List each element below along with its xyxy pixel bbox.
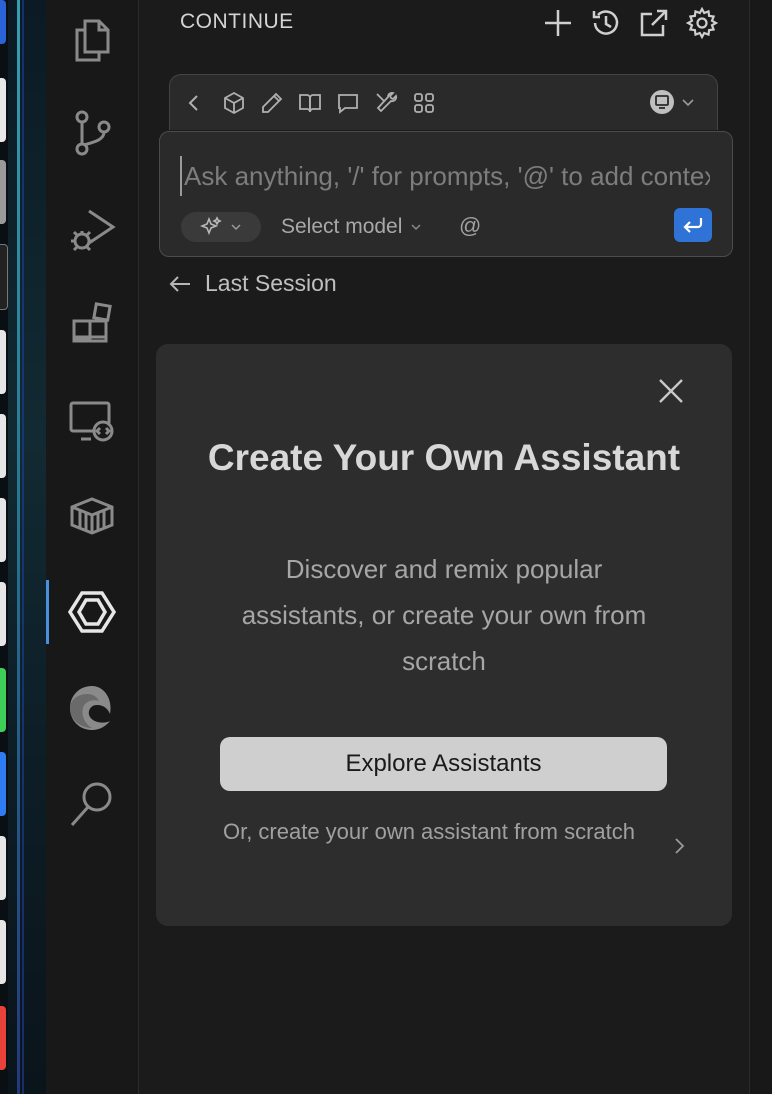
create-from-scratch-label: Or, create your own assistant from scrat… [222, 819, 636, 844]
tools-icon [376, 92, 398, 113]
activity-extensions[interactable] [46, 284, 138, 364]
chevron-right-icon [675, 838, 685, 854]
close-card-button[interactable] [654, 374, 688, 408]
source-control-icon [75, 110, 111, 156]
dock-app-tile [0, 244, 8, 310]
open-in-new-window-button[interactable] [635, 6, 673, 40]
docs-tool-button[interactable] [296, 89, 324, 117]
enter-icon [683, 218, 703, 233]
history-button[interactable] [587, 6, 625, 40]
dock-app-tile [0, 752, 6, 816]
activity-containers[interactable] [46, 476, 138, 556]
dock-app-tile [0, 668, 6, 732]
continue-logo-icon [67, 591, 117, 633]
activity-run-debug[interactable] [46, 188, 138, 268]
container-icon [70, 497, 114, 535]
explore-assistants-button[interactable]: Explore Assistants [220, 737, 667, 791]
card-description: Discover and remix popular assistants, o… [241, 554, 647, 676]
submit-button[interactable] [674, 208, 712, 242]
editor-edge [749, 0, 772, 1094]
chevron-left-icon [188, 95, 198, 111]
dock-app-tile [0, 160, 6, 224]
dock-app-tile [0, 920, 6, 984]
remote-explorer-icon [69, 401, 114, 442]
grid-icon [414, 93, 434, 113]
settings-button[interactable] [683, 6, 721, 40]
activity-search[interactable] [46, 764, 138, 844]
run-debug-icon [71, 209, 116, 252]
agent-mode-chip[interactable] [181, 212, 261, 242]
pencil-icon [262, 92, 283, 113]
last-session-link[interactable]: Last Session [169, 270, 337, 297]
files-icon [75, 19, 110, 62]
prompts-tool-button[interactable] [334, 89, 362, 117]
sparkles-icon [200, 216, 222, 236]
chevron-down-icon [682, 99, 694, 107]
chat-input[interactable] [180, 156, 712, 196]
dock-app-tile [0, 0, 6, 44]
monitor-icon [650, 90, 674, 114]
panel-title-actions [539, 6, 721, 40]
model-selector-label: Select model [281, 215, 403, 238]
activity-source-control[interactable] [46, 92, 138, 172]
activity-continue[interactable] [46, 572, 138, 652]
rules-tool-button[interactable] [258, 89, 286, 117]
input-toolbar [169, 74, 718, 130]
book-icon [299, 94, 321, 113]
create-from-scratch-link[interactable]: Or, create your own assistant from scrat… [216, 816, 686, 882]
dock-app-tile [0, 582, 6, 646]
activity-bar [46, 0, 139, 1094]
chevron-down-icon [231, 224, 241, 231]
activity-edge-devtools[interactable] [46, 668, 138, 748]
external-link-icon [640, 9, 668, 37]
mode-selector[interactable] [649, 89, 695, 115]
activity-explorer[interactable] [46, 0, 138, 80]
window-edge-glow [22, 0, 24, 1094]
create-assistant-card: Create Your Own Assistant Discover and r… [156, 344, 732, 926]
dock-app-tile [0, 414, 6, 478]
continue-panel: CONTINUE Ask anything, '/' for prompts, … [139, 0, 749, 1094]
close-icon [659, 379, 683, 403]
cube-icon [224, 91, 244, 115]
panel-title: CONTINUE [180, 10, 294, 33]
models-tool-button[interactable] [220, 89, 248, 117]
arrow-left-icon [169, 275, 190, 292]
last-session-label: Last Session [205, 270, 337, 296]
collapse-toolbar-button[interactable] [180, 89, 208, 117]
activity-remote-explorer[interactable] [46, 380, 138, 460]
edge-browser-icon [70, 686, 111, 730]
chat-bubble-icon [338, 94, 358, 114]
chevron-down-icon [411, 224, 421, 231]
model-selector[interactable]: Select model [281, 215, 422, 239]
extensions-icon [72, 302, 112, 343]
tools-tool-button[interactable] [372, 89, 400, 117]
add-context-button[interactable]: @ [459, 213, 481, 239]
dock-app-tile [0, 1006, 6, 1070]
mcp-tool-button[interactable] [410, 89, 438, 117]
gear-icon [686, 7, 718, 39]
chat-input-box: Select model @ [159, 131, 733, 257]
dock-app-tile [0, 498, 6, 562]
desktop-dock-strip [0, 0, 46, 1094]
plus-icon [545, 10, 571, 36]
new-session-button[interactable] [539, 6, 577, 40]
history-icon [592, 10, 619, 35]
dock-app-tile [0, 78, 6, 142]
search-icon [70, 782, 112, 826]
window-edge-glow [17, 0, 20, 1094]
dock-app-tile [0, 836, 6, 900]
dock-app-tile [0, 330, 6, 394]
card-title: Create Your Own Assistant [207, 437, 681, 478]
